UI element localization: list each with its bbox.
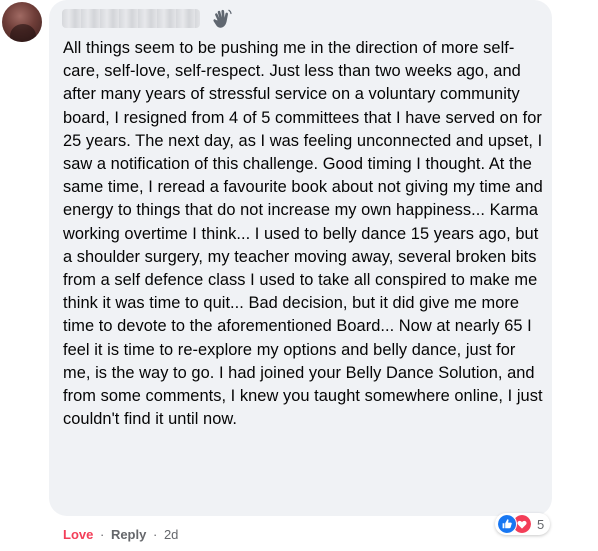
reaction-count: 5 [537, 516, 545, 532]
separator: · [99, 527, 105, 542]
love-reaction-button[interactable]: Love [63, 527, 93, 542]
comment-text: All things seem to be pushing me in the … [63, 39, 543, 429]
reaction-summary[interactable]: 5 [495, 513, 551, 535]
like-icon [497, 514, 517, 534]
reply-button[interactable]: Reply [111, 527, 146, 542]
waving-hand-icon [213, 9, 232, 28]
comment-actions: Love · Reply · 2d [63, 526, 178, 544]
separator: · [152, 527, 158, 542]
avatar[interactable] [2, 2, 42, 42]
timestamp[interactable]: 2d [164, 527, 178, 542]
author-name-redacted[interactable] [62, 9, 200, 28]
